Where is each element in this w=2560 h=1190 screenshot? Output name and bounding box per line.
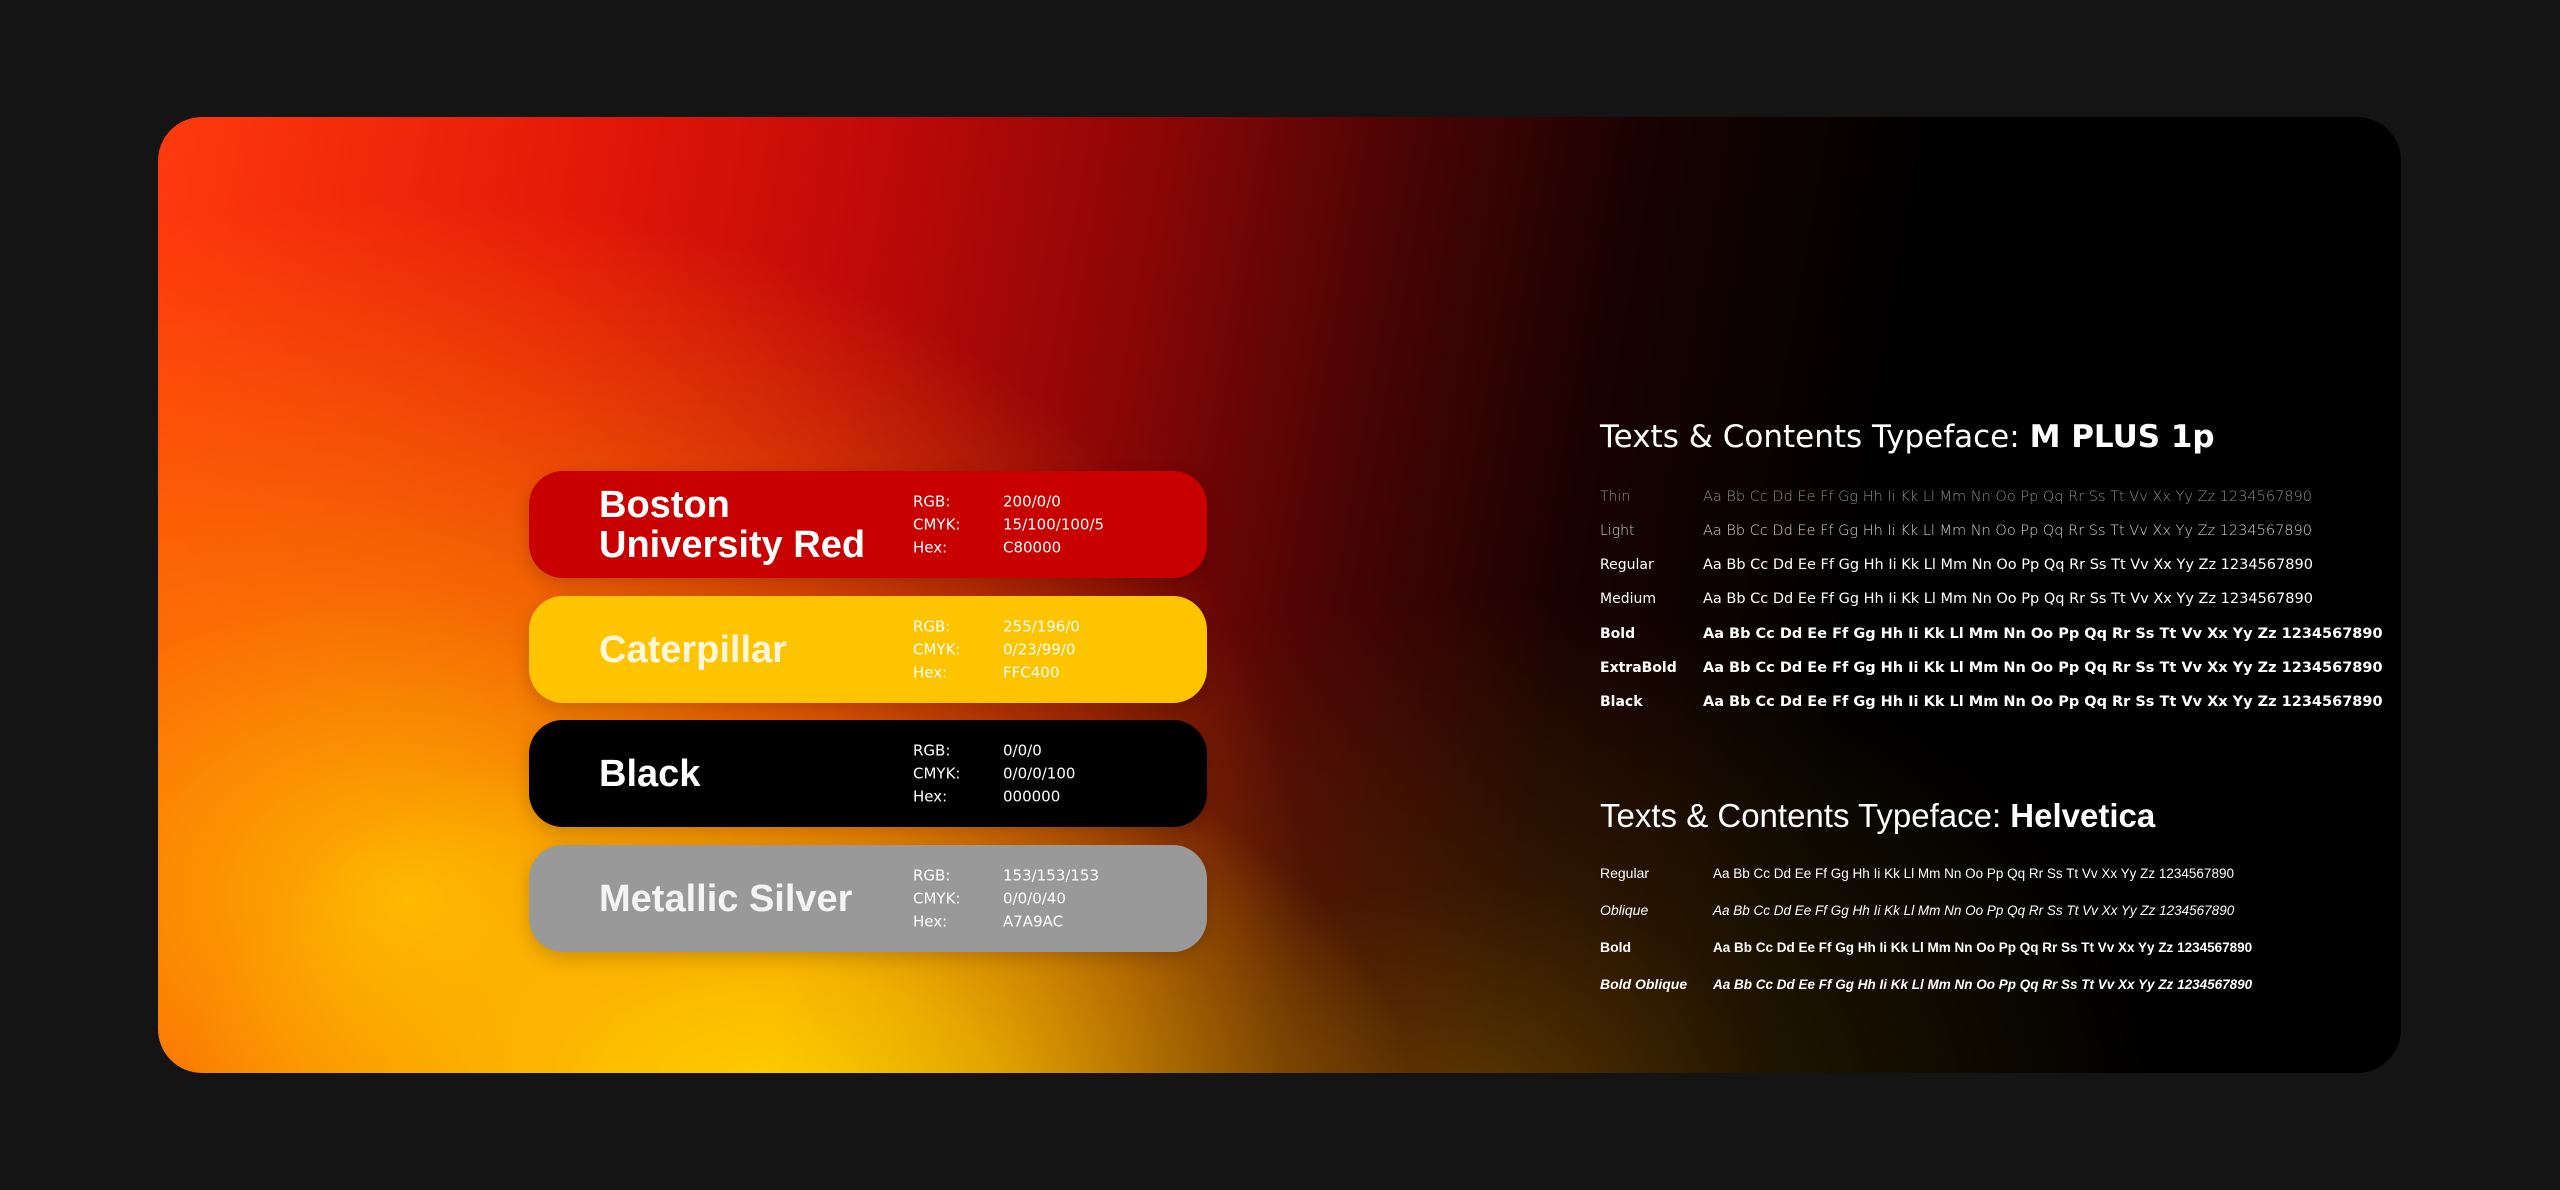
weight-sample: Aa Bb Cc Dd Ee Ff Gg Hh Ii Kk Ll Mm Nn O…: [1713, 940, 2253, 955]
rgb-value: 153/153/153: [1003, 866, 1099, 884]
rgb-label: RGB:: [913, 741, 951, 759]
hex-label: Hex:: [913, 663, 948, 681]
color-swatch-black: Black RGB: 0/0/0 CMYK: 0/0/0/100 Hex: 00000…: [529, 720, 1207, 827]
weight-label: Black: [1600, 694, 1643, 710]
weight-label: Regular: [1600, 865, 1650, 881]
weight-row-bold: Bold Aa Bb Cc Dd Ee Ff Gg Hh Ii Kk Ll Mm…: [1600, 626, 2383, 642]
color-swatch-metallic-silver: Metallic Silver RGB: 153/153/153 CMYK: 0/0…: [529, 845, 1207, 952]
weight-sample: Aa Bb Cc Dd Ee Ff Gg Hh Ii Kk Ll Mm Nn O…: [1703, 489, 2312, 505]
swatch-specs: RGB: 153/153/153 CMYK: 0/0/0/40 Hex: A7A9AC: [913, 864, 1099, 933]
swatch-specs: RGB: 255/196/0 CMYK: 0/23/99/0 Hex: FFC400: [913, 615, 1080, 684]
swatch-specs: RGB: 200/0/0 CMYK: 15/100/100/5 Hex: C80000: [913, 490, 1104, 559]
cmyk-value: 0/0/0/40: [1003, 889, 1066, 907]
weight-label: Bold Oblique: [1600, 976, 1688, 992]
rgb-label: RGB:: [913, 617, 951, 635]
color-swatch-boston-university-red: Boston University Red RGB: 200/0/0 CMYK: 1…: [529, 471, 1207, 578]
swatch-name-line-1: Boston: [599, 483, 730, 526]
weight-label: Thin: [1600, 489, 1631, 505]
brand-board: Boston University Red RGB: 200/0/0 CMYK: 1…: [158, 117, 2401, 1073]
swatch-name: Black: [599, 752, 701, 795]
weight-sample: Aa Bb Cc Dd Ee Ff Gg Hh Ii Kk Ll Mm Nn O…: [1703, 557, 2313, 573]
weight-sample: Aa Bb Cc Dd Ee Ff Gg Hh Ii Kk Ll Mm Nn O…: [1703, 591, 2313, 607]
cmyk-label: CMYK:: [913, 764, 961, 782]
swatch-specs: RGB: 0/0/0 CMYK: 0/0/0/100 Hex: 000000: [913, 739, 1075, 808]
cmyk-label: CMYK:: [913, 515, 961, 533]
typeface-block-helvetica: Texts & Contents Typeface: Helvetica Reg…: [1600, 797, 2252, 992]
hex-label: Hex:: [913, 538, 948, 556]
weight-label: Light: [1600, 523, 1635, 539]
rgb-value: 0/0/0: [1003, 741, 1042, 759]
hex-value: A7A9AC: [1003, 912, 1064, 930]
hex-label: Hex:: [913, 787, 948, 805]
cmyk-label: CMYK:: [913, 889, 961, 907]
weight-sample: Aa Bb Cc Dd Ee Ff Gg Hh Ii Kk Ll Mm Nn O…: [1713, 903, 2235, 918]
swatch-name-line-2: University Red: [599, 523, 866, 566]
cmyk-label: CMYK:: [913, 640, 961, 658]
weight-row-extrabold: ExtraBold Aa Bb Cc Dd Ee Ff Gg Hh Ii Kk …: [1600, 660, 2383, 676]
weight-sample: Aa Bb Cc Dd Ee Ff Gg Hh Ii Kk Ll Mm Nn O…: [1703, 626, 2383, 642]
weight-label: Bold: [1600, 939, 1632, 955]
cmyk-value: 15/100/100/5: [1003, 515, 1105, 533]
weight-row-bold: Bold Aa Bb Cc Dd Ee Ff Gg Hh Ii Kk Ll Mm…: [1600, 939, 2252, 955]
weight-row-oblique: Oblique Aa Bb Cc Dd Ee Ff Gg Hh Ii Kk Ll…: [1600, 902, 2234, 918]
typeface-title-font: Helvetica: [2010, 797, 2156, 834]
weight-row-medium: Medium Aa Bb Cc Dd Ee Ff Gg Hh Ii Kk Ll …: [1600, 591, 2313, 607]
swatch-name: Boston University Red: [599, 485, 899, 565]
rgb-value: 255/196/0: [1003, 617, 1080, 635]
rgb-label: RGB:: [913, 492, 951, 510]
weight-row-light: Light Aa Bb Cc Dd Ee Ff Gg Hh Ii Kk Ll M…: [1600, 523, 2312, 539]
weight-sample: Aa Bb Cc Dd Ee Ff Gg Hh Ii Kk Ll Mm Nn O…: [1703, 523, 2312, 539]
typeface-title: Texts & Contents Typeface: Helvetica: [1600, 797, 2155, 835]
weight-row-black: Black Aa Bb Cc Dd Ee Ff Gg Hh Ii Kk Ll M…: [1600, 694, 2383, 710]
weight-sample: Aa Bb Cc Dd Ee Ff Gg Hh Ii Kk Ll Mm Nn O…: [1713, 977, 2253, 992]
weight-row-thin: Thin Aa Bb Cc Dd Ee Ff Gg Hh Ii Kk Ll Mm…: [1600, 489, 2312, 505]
weight-label: Regular: [1600, 557, 1654, 573]
weight-sample: Aa Bb Cc Dd Ee Ff Gg Hh Ii Kk Ll Mm Nn O…: [1713, 866, 2234, 881]
weight-label: Medium: [1600, 591, 1656, 607]
weight-label: Bold: [1600, 626, 1636, 642]
cmyk-value: 0/23/99/0: [1003, 640, 1076, 658]
weight-label: Oblique: [1600, 902, 1649, 918]
color-swatch-caterpillar: Caterpillar RGB: 255/196/0 CMYK: 0/23/99/0…: [529, 596, 1207, 703]
cmyk-value: 0/0/0/100: [1003, 764, 1076, 782]
weight-row-bold-oblique: Bold Oblique Aa Bb Cc Dd Ee Ff Gg Hh Ii …: [1600, 976, 2252, 992]
weight-sample: Aa Bb Cc Dd Ee Ff Gg Hh Ii Kk Ll Mm Nn O…: [1703, 694, 2383, 710]
hex-value: 000000: [1003, 787, 1061, 805]
weight-row-regular: Regular Aa Bb Cc Dd Ee Ff Gg Hh Ii Kk Ll…: [1600, 865, 2234, 881]
hex-label: Hex:: [913, 912, 948, 930]
rgb-value: 200/0/0: [1003, 492, 1061, 510]
hex-value: C80000: [1003, 538, 1062, 556]
typeface-title-font: M PLUS 1p: [2029, 419, 2215, 455]
hex-value: FFC400: [1003, 663, 1060, 681]
weight-label: ExtraBold: [1600, 660, 1677, 676]
typeface-block-m-plus-1p: Texts & Contents Typeface: M PLUS 1p Thi…: [1600, 419, 2383, 710]
swatch-name: Caterpillar: [599, 628, 787, 671]
typeface-title-prefix: Texts & Contents Typeface:: [1600, 797, 2011, 834]
swatch-name: Metallic Silver: [599, 877, 853, 920]
rgb-label: RGB:: [913, 866, 951, 884]
typeface-title-prefix: Texts & Contents Typeface:: [1600, 419, 2030, 455]
typeface-title: Texts & Contents Typeface: M PLUS 1p: [1600, 419, 2215, 455]
weight-row-regular: Regular Aa Bb Cc Dd Ee Ff Gg Hh Ii Kk Ll…: [1600, 557, 2313, 573]
weight-sample: Aa Bb Cc Dd Ee Ff Gg Hh Ii Kk Ll Mm Nn O…: [1703, 660, 2383, 676]
